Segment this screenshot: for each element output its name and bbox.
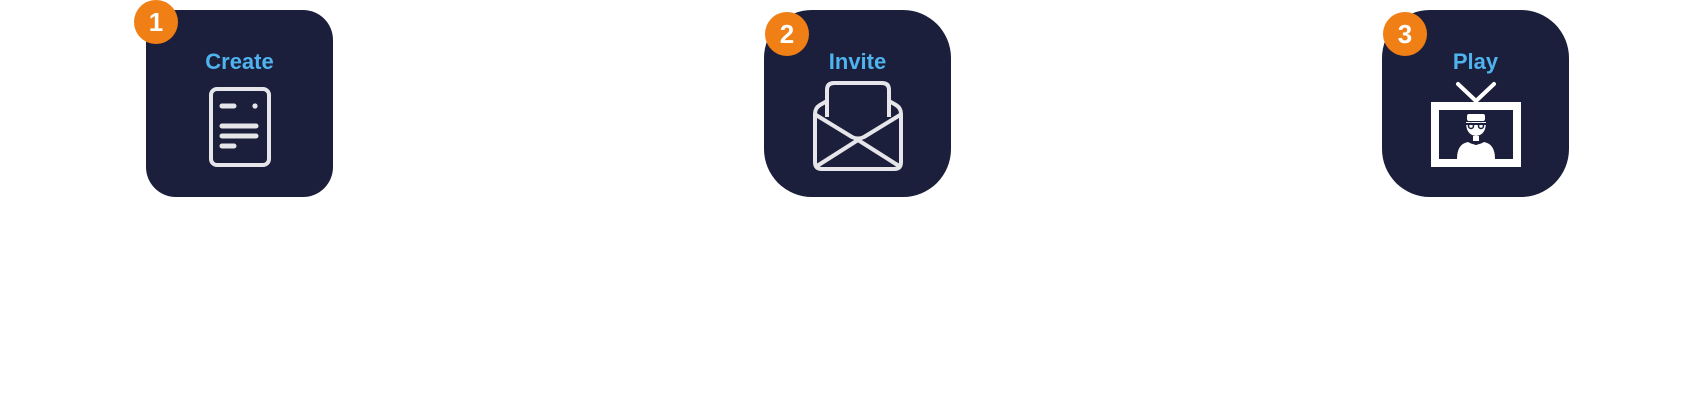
open-envelope-icon (812, 81, 903, 171)
step-create-label: Create (205, 49, 274, 74)
steps-stage: Create Invite Play 1 2 3 (0, 0, 1701, 407)
step-3-badge: 3 (1383, 12, 1427, 56)
step-1-badge: 1 (134, 0, 178, 44)
document-icon (208, 87, 271, 167)
step-create-card[interactable]: Create (146, 10, 333, 197)
tv-person-icon (1430, 82, 1521, 167)
step-2-badge: 2 (765, 12, 809, 56)
